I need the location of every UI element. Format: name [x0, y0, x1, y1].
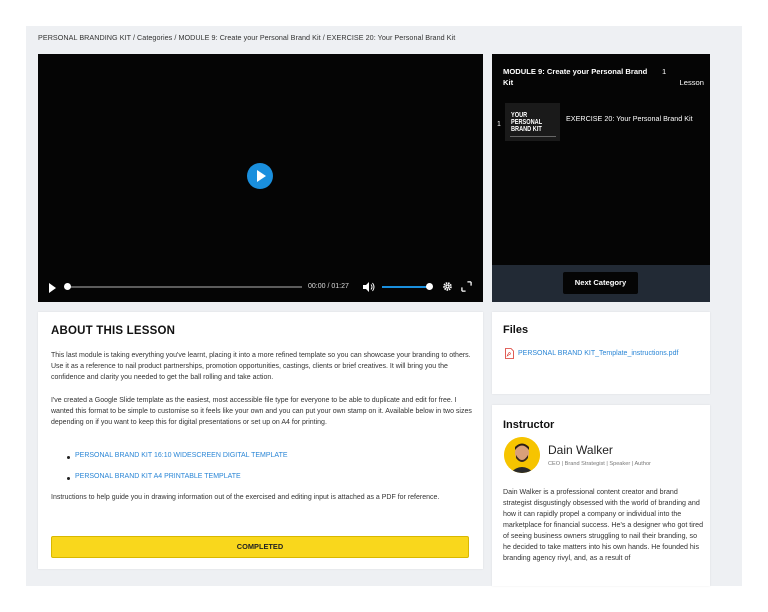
breadcrumb[interactable]: PERSONAL BRANDING KIT / Categories / MOD…: [38, 33, 455, 42]
a4-template-link[interactable]: PERSONAL BRAND KIT A4 PRINTABLE TEMPLATE: [75, 473, 241, 480]
about-paragraph-3: Instructions to help guide you in drawin…: [51, 494, 440, 501]
lesson-count-label: Lesson: [679, 78, 705, 87]
instructor-bio: Dain Walker is a professional content cr…: [503, 488, 704, 562]
lesson-count: 1 Lesson: [662, 66, 704, 88]
instructor-role: CEO | Brand Strategist | Speaker | Autho…: [548, 461, 651, 467]
volume-slider[interactable]: [382, 286, 430, 288]
lesson-thumbnail-text: YOUR PERSONAL BRAND KIT: [511, 112, 543, 133]
progress-handle[interactable]: [64, 283, 71, 290]
instructor-title: Instructor: [503, 419, 555, 431]
lesson-thumbnail[interactable]: YOUR PERSONAL BRAND KIT: [505, 103, 560, 141]
files-title: Files: [503, 324, 529, 336]
gear-icon[interactable]: [442, 281, 453, 292]
fullscreen-icon[interactable]: [461, 281, 472, 292]
about-title: ABOUT THIS LESSON: [51, 325, 176, 337]
lesson-count-number: 1: [662, 67, 667, 76]
time-display: 00:00 / 01:27: [308, 283, 349, 290]
play-overlay-button[interactable]: [247, 163, 273, 189]
about-paragraph-1: This last module is taking everything yo…: [51, 352, 471, 381]
next-category-button[interactable]: Next Category: [563, 272, 638, 294]
progress-bar[interactable]: [66, 286, 302, 288]
about-paragraph-2: I've created a Google Slide template as …: [51, 397, 472, 426]
thumbnail-divider: [510, 136, 556, 137]
bullet-dot: [67, 456, 70, 459]
playlist-item-index: 1: [497, 121, 501, 128]
volume-icon[interactable]: [363, 282, 375, 292]
file-download-link[interactable]: PERSONAL BRAND KIT_Template_instructions…: [518, 348, 688, 359]
volume-handle[interactable]: [426, 283, 433, 290]
avatar: [504, 437, 540, 473]
playlist-title: MODULE 9: Create your Personal Brand Kit: [503, 67, 648, 87]
completed-button[interactable]: COMPLETED: [51, 536, 469, 558]
bullet-dot: [67, 477, 70, 480]
play-icon[interactable]: [49, 283, 56, 293]
pdf-file-icon: [505, 348, 514, 359]
widescreen-template-link[interactable]: PERSONAL BRAND KIT 16:10 WIDESCREEN DIGI…: [75, 452, 288, 459]
instructor-name: Dain Walker: [548, 443, 613, 457]
playlist-item-title[interactable]: EXERCISE 20: Your Personal Brand Kit: [566, 114, 704, 124]
